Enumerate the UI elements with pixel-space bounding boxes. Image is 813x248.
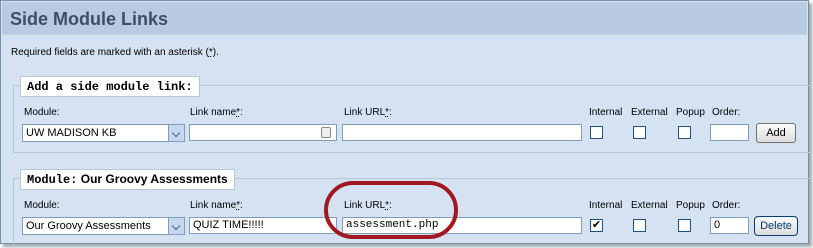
autofill-icon: [321, 127, 331, 138]
link-name-input[interactable]: QUIZ TIME!!!!!: [189, 217, 337, 234]
page-title: Side Module Links: [10, 9, 169, 29]
link-name-input[interactable]: [189, 124, 337, 141]
add-link-legend: Add a side module link:: [20, 76, 200, 97]
add-link-fieldset: Add a side module link: Module: Link nam…: [13, 76, 810, 153]
internal-checkbox[interactable]: ✔: [590, 219, 603, 232]
chevron-down-icon[interactable]: [168, 218, 184, 234]
required-note: Required fields are marked with an aster…: [11, 47, 219, 58]
highlight-circle: [324, 181, 458, 239]
external-label: External: [631, 200, 668, 211]
order-input[interactable]: [710, 124, 749, 141]
internal-checkbox[interactable]: [590, 126, 603, 139]
external-checkbox[interactable]: [633, 219, 646, 232]
external-checkbox[interactable]: [633, 126, 646, 139]
module-legend: Module: Our Groovy Assessments: [20, 169, 235, 190]
order-label: Order:: [712, 200, 741, 211]
link-url-label: Link URL*:: [344, 107, 392, 118]
window-frame: Side Module Links Required fields are ma…: [0, 0, 810, 245]
external-label: External: [631, 107, 668, 118]
order-label: Order:: [712, 107, 741, 118]
popup-label: Popup: [676, 107, 705, 118]
internal-label: Internal: [589, 200, 623, 211]
module-label: Module:: [24, 107, 60, 118]
popup-checkbox[interactable]: [678, 126, 691, 139]
internal-label: Internal: [589, 107, 623, 118]
add-button[interactable]: Add: [756, 123, 796, 143]
popup-checkbox[interactable]: [678, 219, 691, 232]
order-input[interactable]: 0: [710, 217, 749, 234]
title-bar: Side Module Links: [2, 2, 807, 35]
module-label: Module:: [24, 200, 60, 211]
delete-button[interactable]: Delete: [754, 216, 798, 236]
link-name-label: Link name*:: [190, 200, 243, 211]
chevron-down-icon[interactable]: [168, 125, 184, 141]
link-name-label: Link name*:: [190, 107, 243, 118]
module-select[interactable]: UW MADISON KB: [22, 124, 185, 142]
link-url-input[interactable]: [342, 124, 582, 141]
module-select[interactable]: Our Groovy Assessments: [22, 217, 185, 235]
popup-label: Popup: [676, 200, 705, 211]
